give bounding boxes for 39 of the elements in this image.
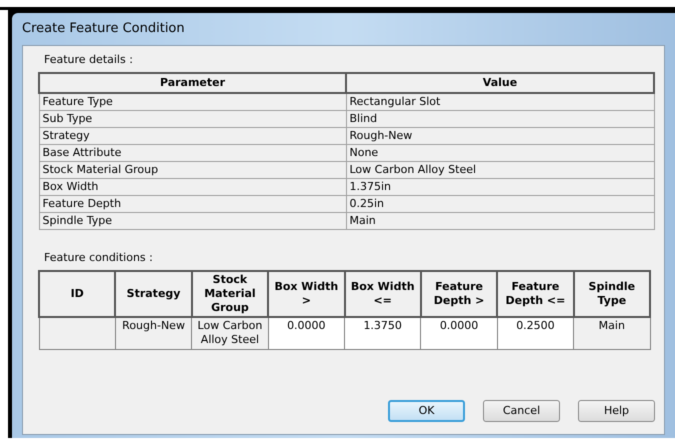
column-header: Box Width <= [344,271,421,317]
column-header: Spindle Type [574,271,650,317]
section-label: Feature conditions : [44,251,153,264]
table-cell: Rough-New [346,127,654,144]
column-header: ID [39,271,116,317]
dialog-button[interactable]: OK [388,400,465,422]
table-cell: Main [346,212,654,229]
section-label: Feature details : [44,53,133,66]
table-cell: Box Width [39,178,346,195]
table-cell: Rectangular Slot [346,93,654,110]
table-cell: Low Carbon Alloy Steel [346,161,654,178]
table-cell: Stock Material Group [39,161,346,178]
table-cell: Main [574,317,650,349]
table-cell: Rough-New [115,317,192,349]
input-cell[interactable]: 1.3750 [344,317,421,349]
input-cell[interactable]: 0.0000 [420,317,498,349]
table-cell: Blind [346,110,654,127]
table-cell: Base Attribute [39,144,346,161]
input-cell[interactable]: 0.0000 [268,317,344,349]
column-header: Feature Depth <= [497,271,574,317]
column-header: Box Width > [268,271,344,317]
table-cell: 0.25in [346,195,654,212]
dialog-button[interactable]: Cancel [483,400,560,422]
column-header: Strategy [115,271,192,317]
table-cell: Feature Depth [39,195,346,212]
table-cell: Feature Type [39,93,346,110]
column-header: Feature Depth > [420,271,498,317]
dialog-button[interactable]: Help [578,400,655,422]
table-cell: None [346,144,654,161]
table-cell: Spindle Type [39,212,346,229]
column-header: Value [346,73,654,93]
table-cell: 1.375in [346,178,654,195]
input-cell[interactable]: 0.2500 [497,317,574,349]
column-header: Stock Material Group [192,271,268,317]
table-cell: Low Carbon Alloy Steel [192,317,268,349]
table-cell: Sub Type [39,110,346,127]
window-title: Create Feature Condition [22,20,185,38]
column-header: Parameter [39,73,346,93]
table-cell: Strategy [39,127,346,144]
